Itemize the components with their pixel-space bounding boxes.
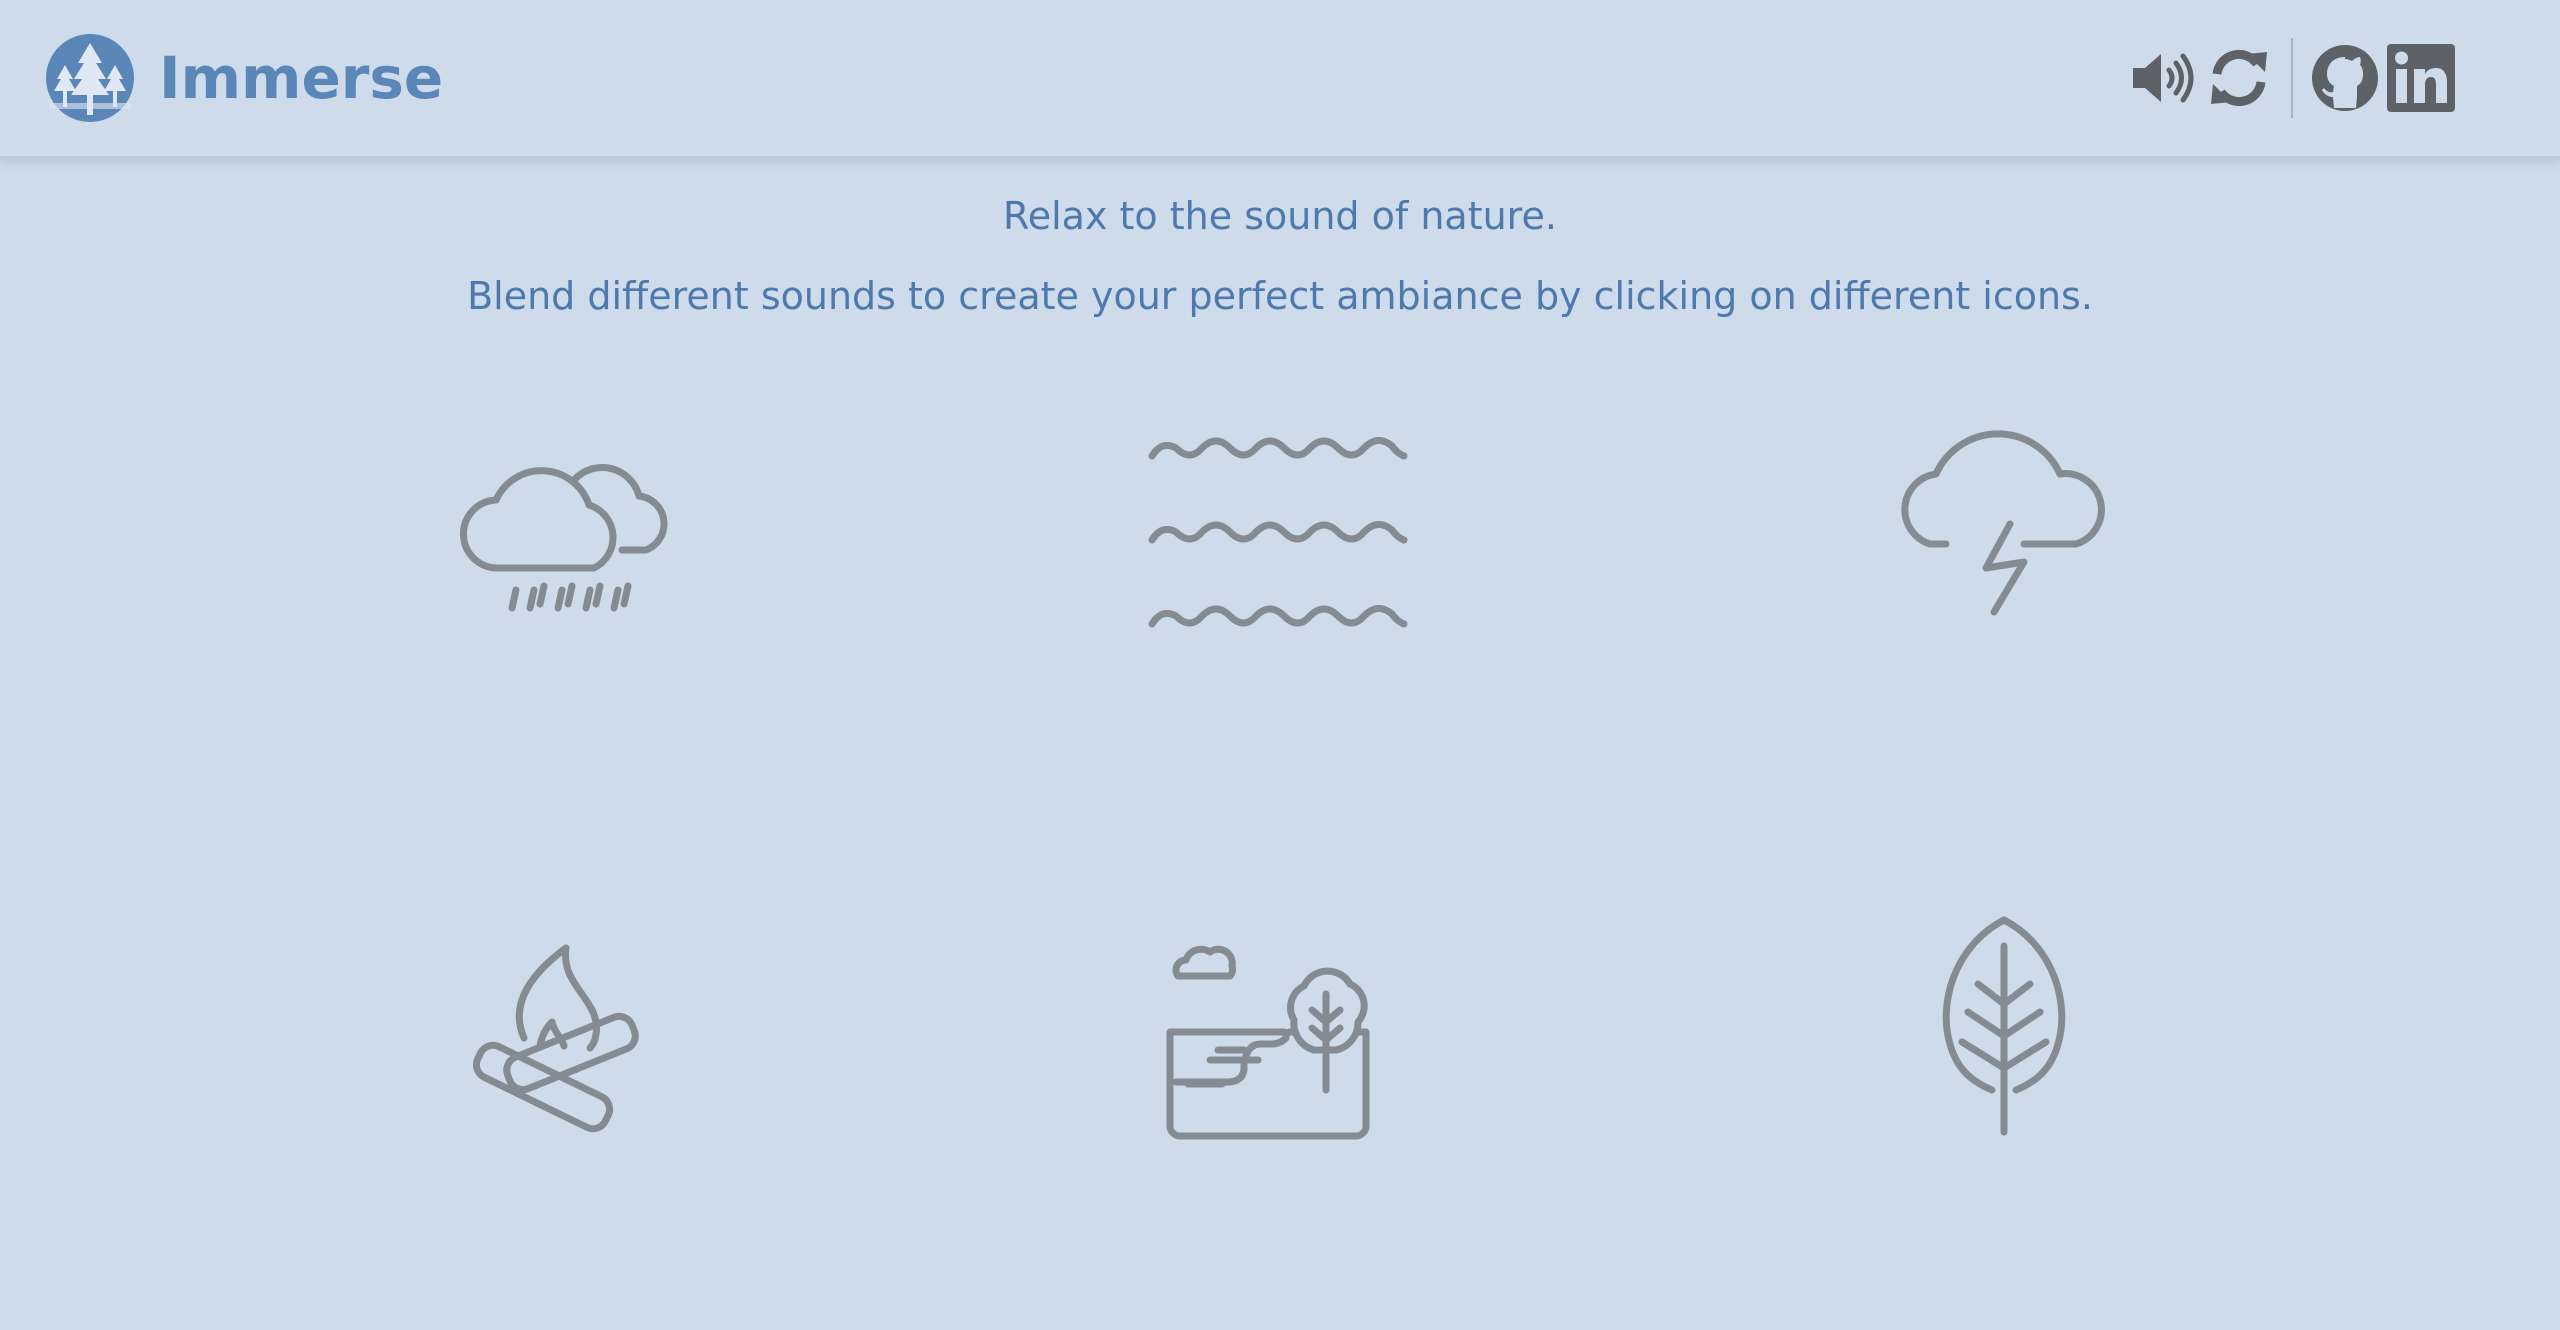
app-title: Immerse: [159, 44, 444, 112]
waves-icon: [1148, 437, 1408, 628]
brand[interactable]: Immerse: [45, 32, 443, 124]
github-icon: [2312, 45, 2378, 111]
forest-logo-icon: [46, 34, 134, 122]
waves-sound-button[interactable]: [1148, 410, 1408, 650]
linkedin-link[interactable]: [2383, 40, 2459, 116]
leaves-sound-button[interactable]: [1874, 910, 2134, 1150]
refresh-icon: [2211, 50, 2267, 106]
campfire-icon: [472, 944, 639, 1133]
volume-icon: [2133, 53, 2194, 103]
rain-sound-button[interactable]: [424, 410, 684, 650]
tagline: Relax to the sound of nature.: [1003, 194, 1557, 238]
lake-sound-button[interactable]: [1148, 910, 1408, 1150]
sound-grid: [0, 410, 2560, 1170]
linkedin-icon: [2387, 44, 2455, 112]
top-navbar: Immerse: [0, 0, 2560, 159]
github-link[interactable]: [2307, 40, 2383, 116]
toolbar: [2125, 38, 2459, 118]
intro-text: Relax to the sound of nature. Blend diff…: [0, 186, 2560, 326]
instructions: Blend different sounds to create your pe…: [467, 274, 2093, 318]
leaf-icon: [1942, 916, 2066, 1136]
campfire-sound-button[interactable]: [424, 910, 684, 1150]
thunder-cloud-icon: [1901, 430, 2105, 616]
refresh-button[interactable]: [2201, 40, 2277, 116]
toolbar-divider: [2291, 38, 2293, 118]
rain-cloud-icon: [460, 463, 668, 612]
thunderstorm-sound-button[interactable]: [1874, 410, 2134, 650]
volume-button[interactable]: [2125, 40, 2201, 116]
lake-landscape-icon: [1166, 945, 1370, 1140]
